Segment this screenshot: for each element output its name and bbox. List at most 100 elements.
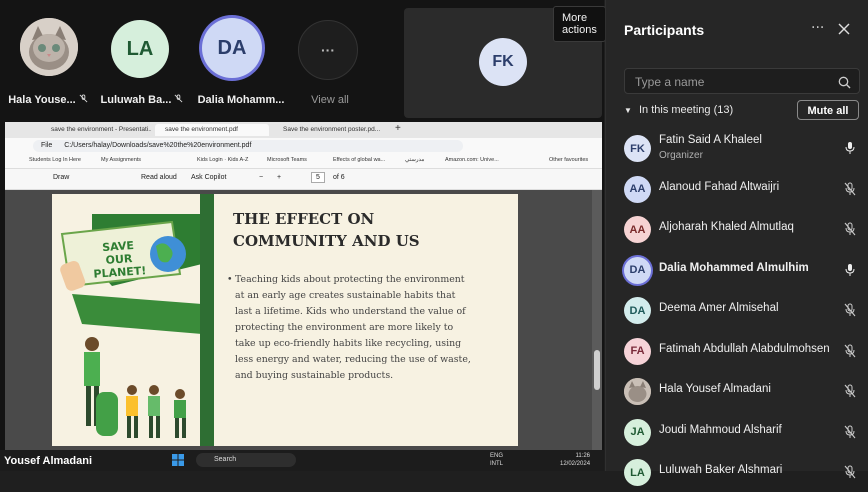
bookmark[interactable]: Amazon.com: Unive...: [445, 157, 499, 163]
address-bar[interactable]: File C:/Users/halay/Downloads/save%20the…: [33, 140, 463, 152]
participant-row[interactable]: AA Alanoud Fahad Altwaijri: [606, 169, 868, 209]
avatar: AA: [624, 216, 651, 243]
read-aloud-button[interactable]: Read aloud: [141, 174, 177, 181]
more-actions-tooltip: More actions: [553, 6, 606, 42]
bookmark[interactable]: Kids Login · Kids A-Z: [197, 157, 248, 163]
slide-title: THE EFFECT ON COMMUNITY AND US: [233, 210, 420, 250]
mute-all-button[interactable]: Mute all: [797, 100, 859, 120]
search-placeholder: Type a name: [635, 75, 705, 89]
bookmark[interactable]: Effects of global wa...: [333, 157, 385, 163]
mic-off-icon[interactable]: [844, 343, 856, 362]
search-icon: [838, 74, 851, 93]
browser-tab[interactable]: Save the environment poster.pd...: [273, 124, 393, 136]
participant-name: Hala Yousef Almadani: [659, 383, 771, 395]
participants-panel: Participants ··· Type a name ▼ In this m…: [605, 0, 868, 486]
participant-row[interactable]: DA Dalia Mohammed Almulhim: [606, 250, 868, 290]
slide-bullet: • Teaching kids about protecting the env…: [227, 274, 471, 381]
participant-name: Luluwah Baker Alshmari: [659, 464, 783, 476]
ask-copilot-button[interactable]: Ask Copilot: [191, 174, 226, 181]
browser-tab-active[interactable]: save the environment.pdf: [155, 124, 269, 136]
scroll-thumb[interactable]: [594, 350, 600, 390]
mic-off-icon[interactable]: [844, 464, 856, 483]
video-tile-luluwah[interactable]: LA Luluwah Ba...: [96, 8, 188, 108]
bookmark[interactable]: Other favourites: [549, 157, 588, 163]
shared-screen: save the environment - Presentati... sav…: [5, 122, 602, 450]
page-number-input[interactable]: 5: [311, 172, 325, 183]
meeting-stage: Hala Youse... LA Luluwah Ba... DA Dalia …: [0, 0, 606, 471]
avatar: JA: [624, 418, 651, 446]
mic-off-icon[interactable]: [844, 302, 856, 321]
tile-name: Hala Youse...: [2, 94, 94, 106]
mic-off-icon[interactable]: [844, 221, 856, 240]
save-planet-banner: SAVE OUR PLANET!: [83, 238, 156, 282]
participant-row[interactable]: JA Joudi Mahmoud Alsharif: [606, 412, 868, 452]
panel-title: Participants: [624, 22, 705, 38]
avatar: FK: [624, 135, 651, 162]
more-options-button[interactable]: ···: [811, 20, 824, 36]
windows-start-icon[interactable]: [172, 454, 184, 466]
mic-off-icon[interactable]: [844, 424, 856, 443]
participant-name: Aljoharah Khaled Almutlaq: [659, 221, 794, 233]
browser-tab[interactable]: save the environment - Presentati...: [41, 124, 151, 136]
bookmark[interactable]: My Assignments: [101, 157, 141, 163]
avatar: DA: [624, 297, 651, 324]
view-all-tile[interactable]: ··· View all: [284, 8, 376, 108]
video-tile-hala[interactable]: Hala Youse...: [2, 8, 94, 108]
cat-avatar: [20, 18, 78, 76]
more-dots-icon: ···: [298, 20, 358, 80]
page-total: of 6: [333, 174, 345, 181]
avatar: AA: [624, 175, 651, 203]
avatar: [624, 378, 651, 405]
browser-tab-bar: save the environment - Presentati... sav…: [5, 122, 602, 138]
zoom-in-button[interactable]: +: [277, 174, 281, 181]
avatar: FA: [624, 337, 651, 365]
bookmark[interactable]: مدرستي: [405, 157, 424, 163]
avatar: FK: [479, 38, 527, 86]
file-label: File: [41, 142, 53, 149]
chevron-down-icon: ▼: [624, 106, 632, 115]
tile-name: Luluwah Ba...: [96, 94, 188, 106]
video-tile-dalia[interactable]: DA Dalia Mohamm...: [190, 8, 284, 108]
participant-row[interactable]: LA Luluwah Baker Alshmari: [606, 452, 868, 492]
bookmark[interactable]: Students Log In Here: [29, 157, 81, 163]
participant-search-input[interactable]: Type a name: [624, 68, 860, 94]
pdf-viewer: SAVE OUR PLANET! THE EFFECT ON COMMUNITY…: [5, 190, 602, 450]
presenter-name: Yousef Almadani: [4, 455, 93, 467]
participant-row[interactable]: FK Fatin Said A Khaleel Organizer: [606, 128, 868, 168]
zoom-out-button[interactable]: −: [259, 174, 263, 181]
avatar: DA: [202, 18, 262, 78]
avatar: LA: [624, 459, 651, 486]
participant-name: Alanoud Fahad Altwaijri: [659, 180, 780, 193]
participant-row[interactable]: DA Deema Amer Almisehal: [606, 290, 868, 330]
draw-button[interactable]: Draw: [53, 174, 69, 181]
participant-name: Fatimah Abdullah Alabdulmohsen: [659, 342, 830, 355]
keyboard-language[interactable]: ENG INTL: [490, 452, 503, 468]
participant-row[interactable]: Hala Yousef Almadani: [606, 371, 868, 411]
bullet-dot: •: [227, 274, 233, 285]
mic-on-icon[interactable]: [844, 262, 856, 281]
close-icon[interactable]: [838, 20, 850, 39]
bookmark[interactable]: Microsoft Teams: [267, 157, 307, 163]
participant-name: Joudi Mahmoud Alsharif: [659, 423, 782, 436]
mic-on-icon[interactable]: [844, 140, 856, 159]
address-bar-row: File C:/Users/halay/Downloads/save%20the…: [5, 138, 602, 154]
avatar: DA: [624, 256, 651, 284]
participant-row[interactable]: FA Fatimah Abdullah Alabdulmohsen: [606, 331, 868, 371]
address-text: C:/Users/halay/Downloads/save%20the%20en…: [64, 142, 252, 149]
slide-divider: [200, 194, 214, 446]
mic-off-icon: [174, 94, 183, 106]
bookmarks-bar: Students Log In Here My Assignments Kids…: [5, 154, 602, 169]
participant-name: Fatin Said A Khaleel: [659, 134, 762, 146]
avatar: LA: [111, 20, 169, 78]
in-meeting-section-toggle[interactable]: ▼ In this meeting (13): [624, 104, 733, 116]
participant-row[interactable]: AA Aljoharah Khaled Almutlaq: [606, 209, 868, 249]
pdf-scrollbar[interactable]: [592, 190, 602, 450]
participant-role: Organizer: [659, 150, 703, 161]
clock[interactable]: 11:26 12/02/2024: [560, 452, 590, 468]
new-tab-button[interactable]: +: [395, 123, 401, 134]
mic-off-icon[interactable]: [844, 181, 856, 200]
mic-off-icon[interactable]: [844, 383, 856, 402]
participant-name: Dalia Mohammed Almulhim: [659, 261, 809, 274]
taskbar-search[interactable]: Search: [196, 453, 296, 467]
participant-name: Deema Amer Almisehal: [659, 302, 779, 314]
